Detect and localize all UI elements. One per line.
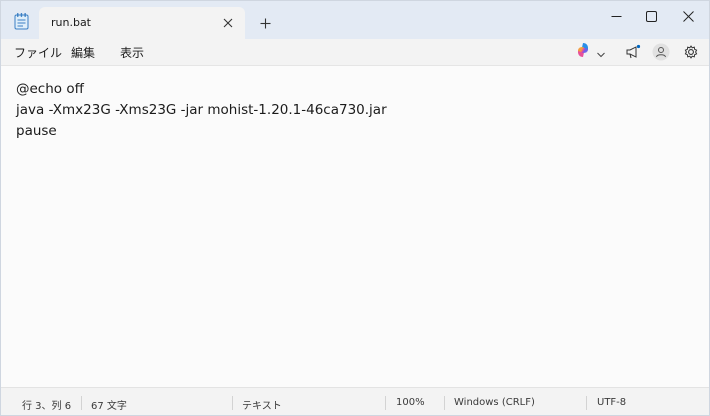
encoding[interactable]: UTF-8 (597, 397, 626, 408)
copilot-icon (575, 42, 591, 62)
editor-line: pause (16, 123, 57, 139)
tab-run-bat[interactable]: run.bat (39, 7, 245, 39)
gear-icon[interactable] (681, 42, 701, 62)
tab-title: run.bat (51, 16, 91, 29)
chevron-down-icon (597, 43, 605, 62)
copilot-button[interactable] (575, 42, 611, 62)
plus-icon[interactable] (255, 13, 275, 33)
menu-bar: ファイル 編集 表示 (1, 39, 709, 65)
status-divider (81, 396, 82, 410)
status-divider (444, 396, 445, 410)
zoom-level[interactable]: 100% (396, 397, 425, 408)
notepad-window: run.bat ファイル 編集 表示 @echo off java -Xmx23… (0, 0, 710, 416)
status-divider (586, 396, 587, 410)
status-bar: 行 3、列 6 67 文字 テキスト 100% Windows (CRLF) U… (1, 387, 709, 415)
menu-view[interactable]: 表示 (120, 44, 144, 61)
close-icon[interactable] (219, 14, 237, 32)
editor-line: java -Xmx23G -Xms23G -jar mohist-1.20.1-… (16, 102, 387, 118)
menu-file[interactable]: ファイル (14, 44, 62, 61)
notepad-icon (14, 12, 29, 30)
menu-edit[interactable]: 編集 (71, 44, 95, 61)
avatar-icon[interactable] (651, 42, 671, 62)
title-bar: run.bat (1, 1, 709, 39)
status-divider (385, 396, 386, 410)
status-divider (232, 396, 233, 410)
char-count: 67 文字 (91, 401, 127, 412)
editor-line: @echo off (16, 81, 84, 97)
line-ending[interactable]: Windows (CRLF) (454, 397, 535, 408)
megaphone-icon[interactable] (623, 42, 643, 62)
cursor-position: 行 3、列 6 (22, 401, 72, 412)
file-format[interactable]: テキスト (242, 397, 282, 412)
close-window-icon[interactable] (665, 1, 709, 31)
text-editor[interactable]: @echo off java -Xmx23G -Xms23G -jar mohi… (1, 65, 709, 387)
